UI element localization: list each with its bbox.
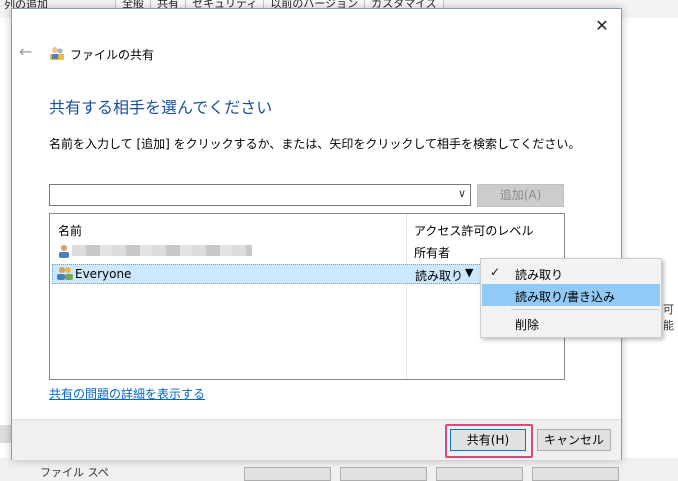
dropdown-triangle-icon[interactable]: ▼ [465, 266, 473, 279]
background-button[interactable] [340, 467, 427, 481]
checkmark-icon: ✓ [490, 265, 501, 279]
dialog-footer: 共有(H) キャンセル [12, 419, 621, 460]
menu-separator [511, 309, 659, 310]
close-icon[interactable]: ✕ [595, 16, 608, 35]
dialog-title: ファイルの共有 [70, 48, 155, 62]
user-name: Everyone [75, 267, 132, 281]
background-left-selection [0, 425, 11, 443]
back-arrow-icon[interactable]: ← [19, 42, 32, 61]
menu-item-label: 削除 [515, 318, 540, 332]
cancel-button[interactable]: キャンセル [537, 429, 611, 451]
menu-item-label: 読み取り [515, 268, 564, 282]
back-button[interactable]: ← [19, 42, 32, 61]
background-button[interactable] [436, 467, 523, 481]
add-button[interactable]: 追加(A) [477, 184, 564, 207]
permission-level: 所有者 [414, 246, 451, 260]
instruction-text: 名前を入力して [追加] をクリックするか、または、矢印をクリックして相手を検索… [49, 137, 581, 151]
menu-item-read[interactable]: ✓ 読み取り [482, 262, 660, 284]
background-button[interactable] [244, 467, 331, 481]
menu-item-read-write[interactable]: 読み取り/書き込み [482, 284, 660, 306]
name-combo-input[interactable]: ∨ [49, 184, 471, 206]
permission-level-dropdown[interactable]: 読み取り [415, 267, 463, 284]
sharing-problems-link[interactable]: 共有の問題の詳細を表示する [49, 385, 205, 402]
share-button[interactable]: 共有(H) [450, 429, 526, 451]
permission-menu: ✓ 読み取り 読み取り/書き込み 削除 [480, 258, 662, 338]
chevron-down-icon[interactable]: ∨ [458, 187, 466, 200]
group-users-icon [57, 267, 73, 280]
menu-item-label: 読み取り/書き込み [515, 290, 616, 304]
background-right-text: 可能 [663, 303, 674, 332]
user-icon [59, 245, 69, 258]
background-bottom-bar: ファイル スペ [0, 458, 678, 481]
sharing-users-icon [50, 47, 64, 60]
file-sharing-dialog: ✕ ← ファイルの共有 共有する相手を選んでください 名前を入力して [追加] … [11, 8, 622, 460]
background-bottom-label: ファイル スペ [40, 466, 109, 479]
background-right-pane: 可能 [620, 18, 678, 475]
column-divider [406, 214, 407, 379]
column-header-name[interactable]: 名前 [58, 222, 82, 239]
column-header-permission-level[interactable]: アクセス許可のレベル [414, 222, 533, 239]
page-heading: 共有する相手を選んでください [49, 98, 273, 117]
close-button[interactable]: ✕ [591, 15, 613, 37]
menu-item-remove[interactable]: 削除 [482, 312, 660, 334]
background-button[interactable] [532, 467, 619, 481]
redacted-user-name [72, 245, 252, 256]
